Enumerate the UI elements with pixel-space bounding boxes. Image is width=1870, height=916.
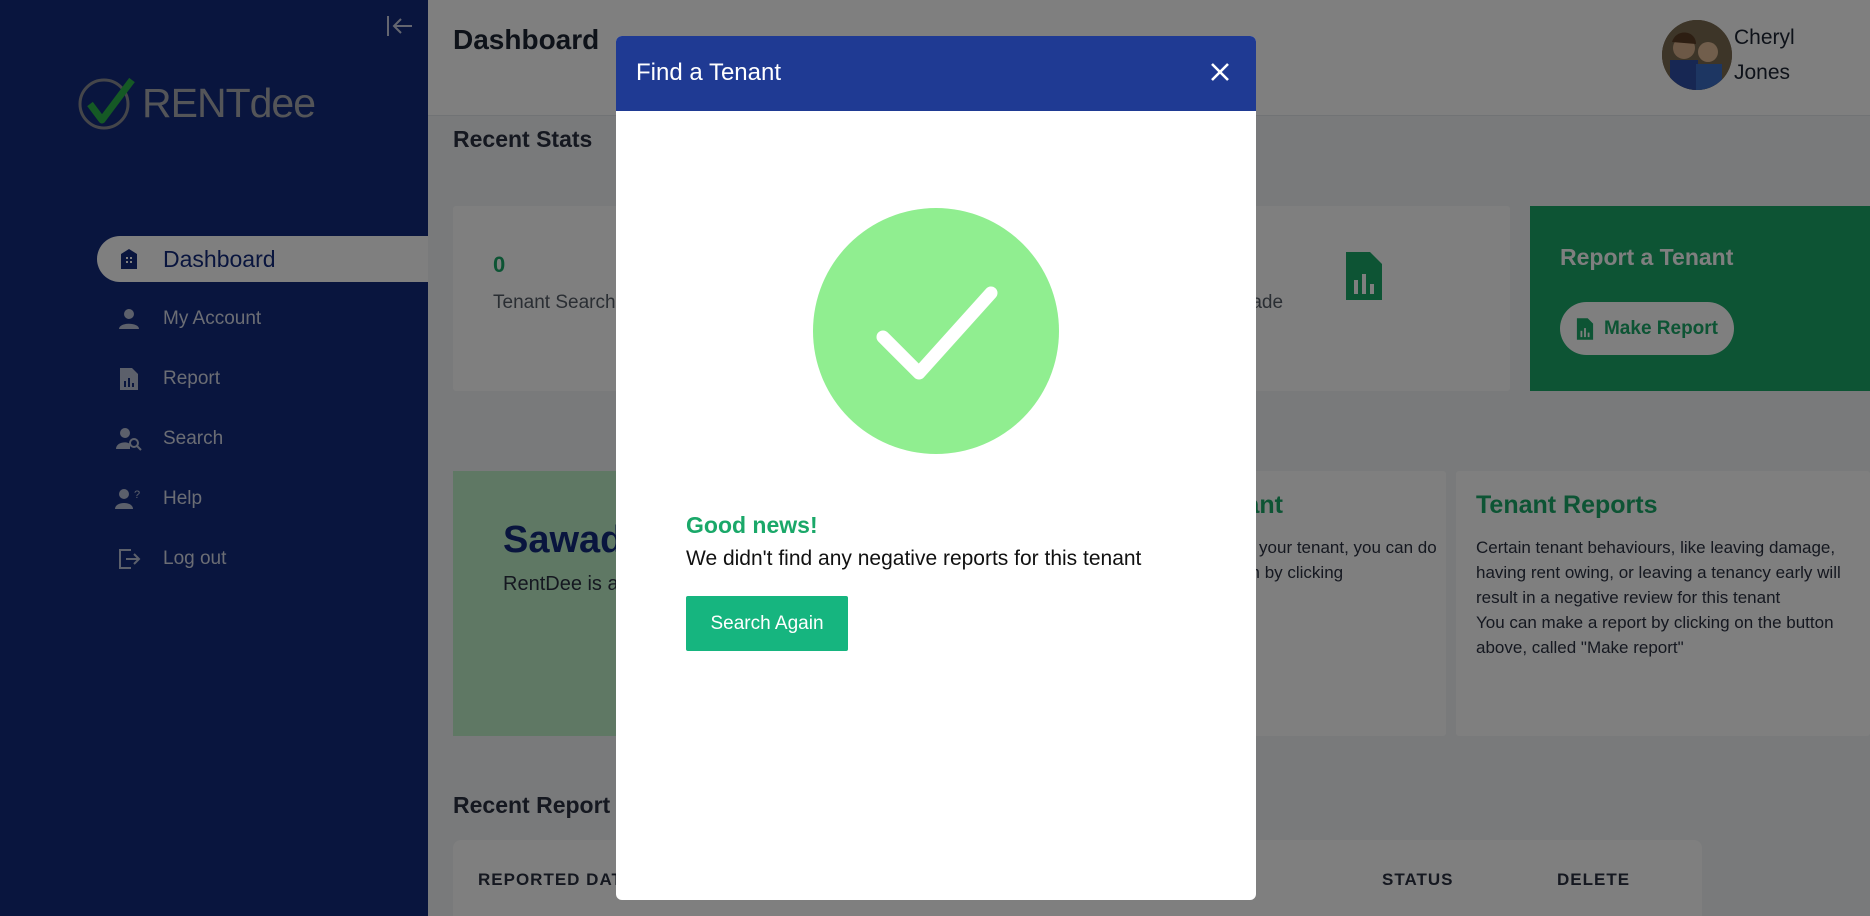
result-message: We didn't find any negative reports for … (686, 547, 1142, 570)
modal-title: Find a Tenant (636, 59, 781, 86)
close-icon[interactable] (1204, 56, 1236, 88)
success-check-icon (813, 208, 1059, 454)
success-heading: Good news! (686, 512, 818, 538)
find-tenant-modal: Find a Tenant Good news! We didn't find … (616, 36, 1256, 900)
modal-header: Find a Tenant (616, 36, 1256, 111)
search-again-button[interactable]: Search Again (686, 596, 848, 651)
